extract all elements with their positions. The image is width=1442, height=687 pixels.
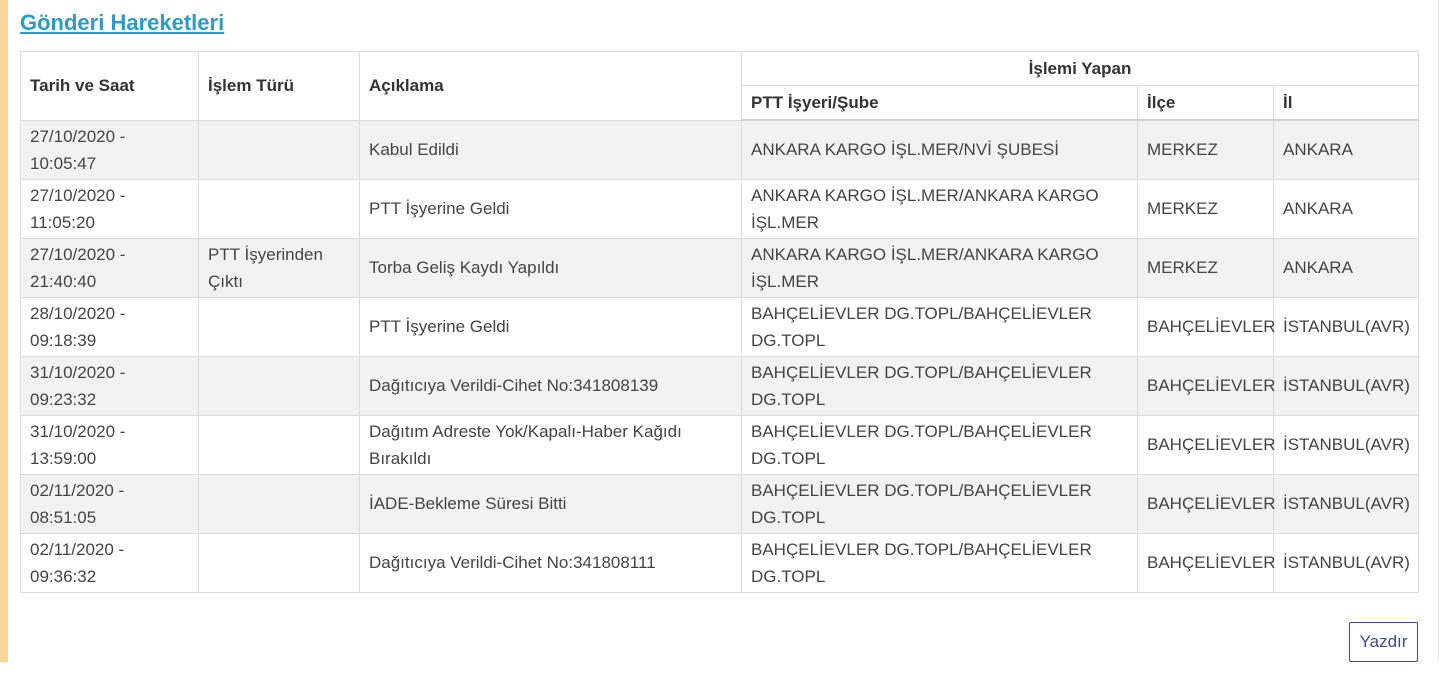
cell-office: BAHÇELİEVLER DG.TOPL/BAHÇELİEVLER DG.TOP…: [741, 355, 1138, 416]
cell-district: MERKEZ: [1137, 237, 1274, 298]
cell-description: PTT İşyerine Geldi: [359, 178, 742, 239]
cell-date: 27/10/2020 - 11:05:20: [20, 178, 199, 239]
table-row: 27/10/2020 - 11:05:20 PTT İşyerine Geldi…: [20, 178, 1420, 239]
cell-office: BAHÇELİEVLER DG.TOPL/BAHÇELİEVLER DG.TOP…: [741, 473, 1138, 534]
left-accent-bar: [0, 0, 8, 662]
cell-district: BAHÇELİEVLER: [1137, 355, 1276, 416]
table-row: 02/11/2020 - 08:51:05 İADE-Bekleme Süres…: [20, 473, 1420, 534]
cell-city: ANKARA: [1272, 119, 1420, 180]
cell-city: İSTANBUL(AVR): [1272, 296, 1420, 357]
cell-date: 27/10/2020 - 10:05:47: [20, 119, 199, 180]
cell-type: [198, 414, 360, 475]
cell-city: İSTANBUL(AVR): [1272, 532, 1420, 593]
page-title-link[interactable]: Gönderi Hareketleri: [20, 10, 224, 36]
cell-city: İSTANBUL(AVR): [1272, 414, 1420, 475]
cell-date: 31/10/2020 - 09:23:32: [20, 355, 199, 416]
cell-type: [198, 178, 360, 239]
table-row: 28/10/2020 - 09:18:39 PTT İşyerine Geldi…: [20, 296, 1420, 357]
cell-district: BAHÇELİEVLER: [1137, 296, 1276, 357]
cell-date: 02/11/2020 - 09:36:32: [20, 532, 199, 593]
cell-date: 02/11/2020 - 08:51:05: [20, 473, 199, 534]
cell-office: ANKARA KARGO İŞL.MER/ANKARA KARGO İŞL.ME…: [741, 178, 1138, 239]
table-row: 27/10/2020 - 10:05:47 Kabul Edildi ANKAR…: [20, 119, 1420, 180]
header-performed-by: İşlemi Yapan: [740, 51, 1420, 86]
cell-district: BAHÇELİEVLER: [1137, 473, 1276, 534]
header-date: Tarih ve Saat: [20, 51, 199, 121]
header-type: İşlem Türü: [198, 51, 360, 121]
cell-type: [198, 473, 360, 534]
cell-office: BAHÇELİEVLER DG.TOPL/BAHÇELİEVLER DG.TOP…: [741, 296, 1138, 357]
table-row: 02/11/2020 - 09:36:32 Dağıtıcıya Verildi…: [20, 532, 1420, 593]
cell-description: Dağıtıcıya Verildi-Cihet No:341808111: [359, 532, 742, 593]
table-row: 31/10/2020 - 09:23:32 Dağıtıcıya Verildi…: [20, 355, 1420, 416]
cell-type: [198, 355, 360, 416]
cell-date: 31/10/2020 - 13:59:00: [20, 414, 199, 475]
table-row: 27/10/2020 - 21:40:40 PTT İşyerinden Çık…: [20, 237, 1420, 298]
cell-district: MERKEZ: [1137, 178, 1274, 239]
cell-description: Kabul Edildi: [359, 119, 742, 180]
cell-type: [198, 532, 360, 593]
cell-description: Dağıtıcıya Verildi-Cihet No:341808139: [359, 355, 742, 416]
cell-city: İSTANBUL(AVR): [1272, 473, 1420, 534]
cell-office: BAHÇELİEVLER DG.TOPL/BAHÇELİEVLER DG.TOP…: [741, 532, 1138, 593]
header-description: Açıklama: [359, 51, 742, 121]
cell-description: Torba Geliş Kaydı Yapıldı: [359, 237, 742, 298]
cell-description: İADE-Bekleme Süresi Bitti: [359, 473, 742, 534]
cell-date: 28/10/2020 - 09:18:39: [20, 296, 199, 357]
cell-office: BAHÇELİEVLER DG.TOPL/BAHÇELİEVLER DG.TOP…: [741, 414, 1138, 475]
cell-office: ANKARA KARGO İŞL.MER/NVİ ŞUBESİ: [741, 119, 1138, 180]
cell-description: Dağıtım Adreste Yok/Kapalı-Haber Kağıdı …: [359, 414, 742, 475]
cell-city: İSTANBUL(AVR): [1272, 355, 1420, 416]
cell-district: BAHÇELİEVLER: [1137, 532, 1276, 593]
right-divider: [1438, 0, 1439, 662]
cell-date: 27/10/2020 - 21:40:40: [20, 237, 199, 298]
cell-description: PTT İşyerine Geldi: [359, 296, 742, 357]
cell-district: MERKEZ: [1137, 119, 1274, 180]
header-district: İlçe: [1137, 85, 1274, 121]
cell-city: ANKARA: [1272, 237, 1420, 298]
cell-district: BAHÇELİEVLER: [1137, 414, 1276, 475]
header-city: İl: [1272, 85, 1420, 121]
table-row: 31/10/2020 - 13:59:00 Dağıtım Adreste Yo…: [20, 414, 1420, 475]
shipment-movements-table: Tarih ve Saat İşlem Türü Açıklama İşlemi…: [20, 51, 1420, 593]
print-button[interactable]: Yazdır: [1349, 622, 1418, 662]
cell-city: ANKARA: [1272, 178, 1420, 239]
cell-type: [198, 119, 360, 180]
cell-office: ANKARA KARGO İŞL.MER/ANKARA KARGO İŞL.ME…: [741, 237, 1138, 298]
cell-type: PTT İşyerinden Çıktı: [198, 237, 360, 298]
header-office: PTT İşyeri/Şube: [741, 85, 1138, 121]
cell-type: [198, 296, 360, 357]
